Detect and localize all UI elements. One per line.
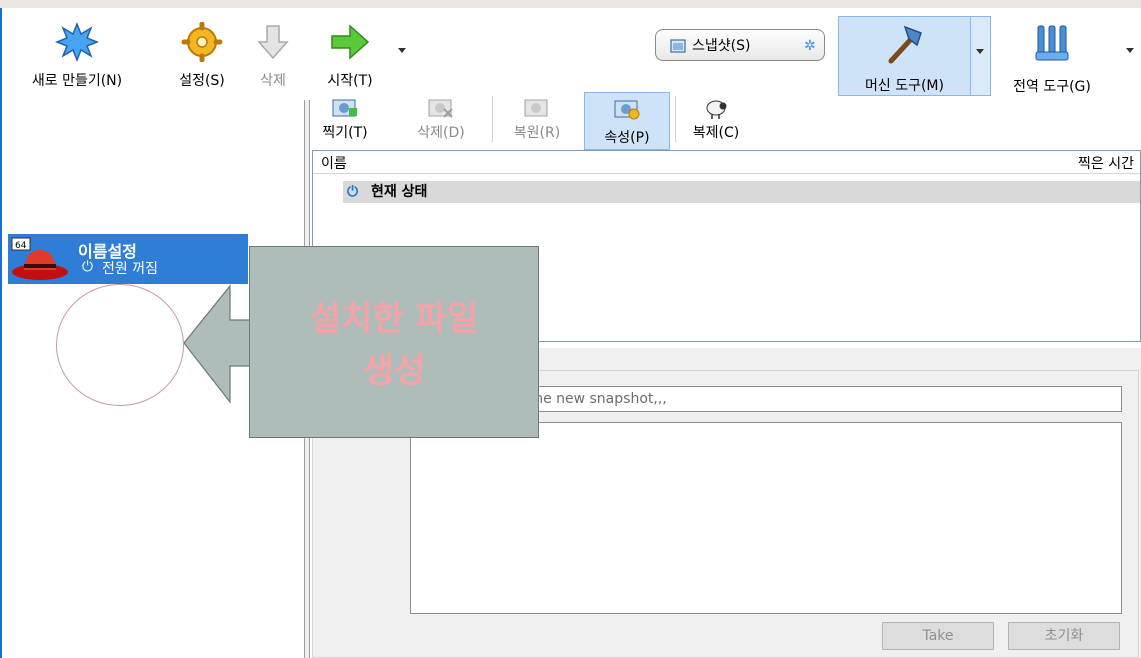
column-taken-header[interactable]: 찍은 시간 [1078, 153, 1134, 173]
callout-arrow [183, 284, 251, 404]
clone-label: 복제(C) [692, 125, 740, 141]
take-button[interactable]: Take [882, 622, 994, 650]
take-snapshot-label: 찍기(T) [322, 125, 368, 141]
machine-tools-dropdown[interactable] [971, 16, 991, 96]
current-state-label: 현재 상태 [371, 184, 428, 200]
new-button[interactable]: 새로 만들기(N) [12, 16, 142, 90]
camera-gear-icon [614, 100, 640, 120]
machine-tools-button[interactable]: 머신 도구(M) [838, 16, 971, 96]
restore-snapshot-button[interactable]: 복원(R) [500, 92, 574, 144]
take-snapshot-button[interactable]: 찍기(T) [312, 92, 378, 144]
snapshot-name-input[interactable]: for the new snapshot,,, [498, 386, 1122, 412]
global-tools-label: 전역 도구(G) [1013, 79, 1091, 95]
snapshot-description-textarea[interactable] [410, 422, 1122, 614]
snapshot-properties-label: 속성(P) [604, 130, 650, 146]
delete-snapshot-button[interactable]: 삭제(D) [406, 92, 476, 144]
new-button-label: 새로 만들기(N) [31, 73, 123, 89]
sheep-icon [706, 100, 727, 119]
delete-button-label: 삭제 [260, 73, 286, 89]
camera-plus-icon [332, 99, 357, 117]
pin-close-icon[interactable]: ✲ [804, 30, 816, 62]
delete-snapshot-label: 삭제(D) [417, 125, 465, 141]
vm-list-item[interactable]: 64 이름설정 ⏻ 전원 꺼짐 [8, 234, 248, 284]
snapshot-tree-header: 이름 찍은 시간 [313, 151, 1140, 174]
power-icon: ⏻ [347, 184, 359, 200]
arrow-right-icon [331, 24, 370, 60]
snapshot-toggle-label: 스냅샷(S) [692, 38, 751, 54]
annotation-text: 설치한 파일 생성 [309, 299, 479, 391]
vm-arch-badge: 64 [15, 241, 27, 251]
toolbar-separator [492, 96, 493, 142]
machine-tools-caret [976, 49, 984, 54]
global-tools-caret[interactable] [1126, 48, 1134, 53]
start-dropdown-caret[interactable] [398, 48, 406, 53]
snapshot-toggle-button[interactable]: 스냅샷(S) ✲ [655, 29, 825, 61]
start-button-label: 시작(T) [327, 73, 373, 89]
reset-button[interactable]: 초기화 [1008, 622, 1120, 650]
annotation-callout: 설치한 파일 생성 [249, 246, 539, 438]
camera-delete-icon [428, 99, 453, 118]
power-icon: ⏻ [82, 259, 94, 275]
vm-state: 전원 꺼짐 [102, 261, 158, 277]
start-button[interactable]: 시작(T) [310, 16, 390, 90]
toolbar-separator [675, 96, 676, 142]
clone-button[interactable]: 복제(C) [680, 92, 752, 144]
tools-icon [1035, 25, 1069, 61]
gear-icon [181, 22, 223, 62]
machine-tools-label: 머신 도구(M) [865, 78, 944, 94]
camera-restore-icon [524, 99, 548, 117]
current-state-row[interactable]: ⏻ 현재 상태 [343, 181, 1140, 203]
global-tools-button[interactable]: 전역 도구(G) [996, 16, 1108, 96]
snapshot-icon [670, 39, 686, 53]
highlight-circle [56, 284, 184, 406]
restore-snapshot-label: 복원(R) [513, 125, 561, 141]
settings-button[interactable]: 설정(S) [162, 16, 242, 90]
column-name-header[interactable]: 이름 [321, 153, 347, 173]
vm-os-icon: 64 [11, 237, 68, 280]
arrow-down-icon [257, 25, 289, 60]
hammer-icon [888, 25, 922, 64]
new-starburst-icon [55, 22, 99, 62]
delete-button[interactable]: 삭제 [248, 16, 298, 90]
snapshot-properties-button[interactable]: 속성(P) [584, 92, 670, 150]
settings-button-label: 설정(S) [179, 73, 225, 89]
